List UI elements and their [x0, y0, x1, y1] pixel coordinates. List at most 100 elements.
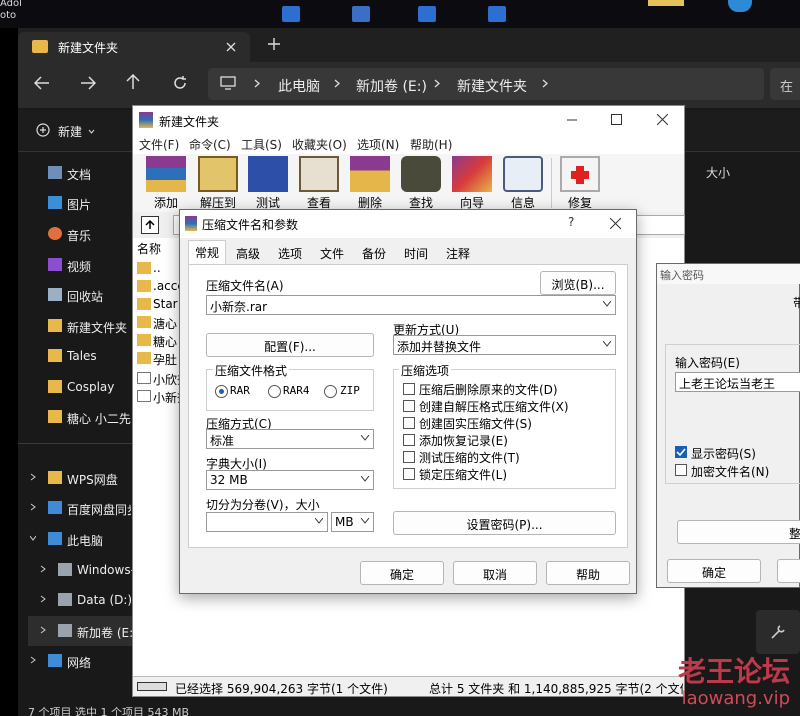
chevron-down-icon[interactable] — [30, 534, 36, 542]
new-button[interactable]: 新建 — [32, 120, 102, 142]
tree-item-this-pc[interactable]: 此电脑 — [18, 524, 148, 554]
set-password-button[interactable]: 设置密码(P)... — [393, 511, 616, 535]
explorer-tab[interactable]: 新建文件夹 — [18, 32, 250, 62]
tool-add-button[interactable]: 添加 — [141, 156, 191, 212]
new-tab-icon[interactable] — [268, 38, 280, 50]
solid-checkbox[interactable] — [403, 417, 415, 429]
address-bar[interactable]: 此电脑 新加卷 (E:) 新建文件夹 — [208, 68, 764, 100]
tool-repair-button[interactable]: 修复 — [555, 156, 605, 212]
menu-commands[interactable]: 命令(C) — [189, 136, 231, 153]
close-icon[interactable] — [226, 42, 236, 52]
tab-advanced[interactable]: 高级 — [228, 242, 268, 264]
chevron-right-icon[interactable] — [40, 595, 46, 603]
maximize-icon[interactable] — [611, 114, 622, 125]
password-cancel-button[interactable] — [777, 559, 800, 583]
watermark: 老王论坛 laowang.vip — [630, 650, 790, 716]
tab-comment[interactable]: 注释 — [438, 242, 478, 264]
encrypt-names-checkbox[interactable] — [675, 464, 687, 476]
split-volumes-label: 切分为分卷(V)，大小 — [206, 498, 320, 512]
taskbar-app-icon[interactable] — [648, 0, 684, 6]
close-icon[interactable] — [610, 218, 621, 229]
tab-files[interactable]: 文件 — [312, 242, 352, 264]
minimize-icon[interactable] — [567, 119, 577, 121]
sidebar-item-recycle-bin[interactable]: 回收站 — [18, 280, 148, 310]
cancel-button[interactable]: 取消 — [453, 561, 537, 585]
tab-time[interactable]: 时间 — [396, 242, 436, 264]
split-unit-combo[interactable]: MB — [331, 512, 374, 532]
tab-general[interactable]: 常规 — [188, 240, 226, 264]
sidebar-item-documents[interactable]: 文档 — [18, 158, 148, 188]
chevron-right-icon[interactable] — [30, 473, 36, 481]
taskbar-app-icon[interactable] — [488, 6, 506, 22]
up-arrow-icon[interactable] — [126, 74, 140, 90]
organize-profiles-button[interactable]: 整 — [677, 520, 800, 544]
search-box[interactable]: 在 — [770, 68, 800, 100]
chevron-right-icon[interactable] — [30, 503, 36, 511]
tree-item-wps[interactable]: WPS网盘 — [18, 463, 148, 493]
breadcrumb-item[interactable]: 新建文件夹 — [457, 76, 527, 96]
forward-arrow-icon[interactable] — [80, 76, 96, 90]
menu-options[interactable]: 选项(N) — [357, 136, 399, 153]
browse-button[interactable]: 浏览(B)... — [540, 271, 616, 295]
dictionary-combo[interactable]: 32 MB — [206, 470, 374, 490]
menu-file[interactable]: 文件(F) — [139, 136, 179, 153]
help-button[interactable]: 帮助 — [546, 561, 630, 585]
breadcrumb-item[interactable]: 此电脑 — [278, 76, 320, 96]
show-password-checkbox[interactable] — [675, 446, 687, 458]
close-icon[interactable] — [657, 114, 668, 125]
tool-find-button[interactable]: 查找 — [396, 156, 446, 212]
lock-archive-checkbox[interactable] — [403, 468, 415, 480]
column-header-name[interactable]: 名称 — [137, 240, 161, 257]
back-arrow-icon[interactable] — [34, 76, 50, 90]
up-folder-button[interactable] — [141, 216, 159, 234]
password-input[interactable]: 上老王论坛当老王 — [675, 372, 800, 392]
menu-favorites[interactable]: 收藏夹(O) — [292, 136, 347, 153]
breadcrumb-item[interactable]: 新加卷 (E:) — [356, 76, 427, 96]
tool-test-button[interactable]: 测试 — [243, 156, 293, 212]
tab-backup[interactable]: 备份 — [354, 242, 394, 264]
taskbar-app-icon[interactable] — [728, 0, 752, 12]
sidebar-item-cosplay[interactable]: Cosplay — [18, 372, 148, 402]
wrench-icon[interactable] — [770, 624, 786, 640]
tool-extract-button[interactable]: 解压到 — [193, 156, 243, 212]
menu-tools[interactable]: 工具(S) — [241, 136, 282, 153]
sidebar-item-tales[interactable]: Tales — [18, 341, 148, 371]
help-icon[interactable]: ? — [568, 215, 574, 229]
archive-name-combo[interactable]: 小新奈.rar — [206, 295, 616, 315]
chevron-right-icon[interactable] — [30, 656, 36, 664]
method-combo[interactable]: 标准 — [206, 429, 374, 449]
tool-wizard-button[interactable]: 向导 — [447, 156, 497, 212]
tree-item-baidu[interactable]: 百度网盘同步 — [18, 493, 148, 523]
test-files-checkbox[interactable] — [403, 451, 415, 463]
sidebar-item-pictures[interactable]: 图片 — [18, 188, 148, 218]
tab-options[interactable]: 选项 — [270, 242, 310, 264]
chevron-right-icon[interactable] — [40, 565, 46, 573]
sidebar-item-videos[interactable]: 视频 — [18, 250, 148, 280]
chevron-right-icon[interactable] — [40, 626, 46, 634]
format-zip-label: ZIP — [340, 384, 360, 397]
format-zip-radio[interactable] — [324, 385, 337, 398]
tool-view-button[interactable]: 查看 — [294, 156, 344, 212]
taskbar-app-icon[interactable] — [418, 6, 436, 22]
tree-item-network[interactable]: 网络 — [18, 646, 148, 676]
refresh-icon[interactable] — [172, 75, 188, 91]
sidebar-item-folder[interactable]: 糖心 小二先生 — [18, 402, 148, 432]
sfx-checkbox[interactable] — [403, 400, 415, 412]
size-column-header[interactable]: 大小 — [706, 164, 730, 181]
update-mode-combo[interactable]: 添加并替换文件 — [393, 335, 616, 355]
taskbar-app-icon[interactable] — [282, 6, 300, 22]
split-size-combo[interactable] — [206, 512, 328, 532]
format-rar-radio[interactable] — [215, 385, 228, 398]
sidebar-item-new-folder[interactable]: 新建文件夹 — [18, 311, 148, 341]
tool-delete-button[interactable]: 删除 — [345, 156, 395, 212]
delete-after-checkbox[interactable] — [403, 383, 415, 395]
password-ok-button[interactable]: 确定 — [667, 559, 761, 583]
profiles-button[interactable]: 配置(F)... — [206, 333, 374, 357]
ok-button[interactable]: 确定 — [360, 561, 444, 585]
recovery-record-checkbox[interactable] — [403, 434, 415, 446]
menu-help[interactable]: 帮助(H) — [410, 136, 452, 153]
taskbar-app-icon[interactable] — [352, 6, 370, 22]
sidebar-item-music[interactable]: 音乐 — [18, 219, 148, 249]
tool-info-button[interactable]: 信息 — [498, 156, 548, 212]
format-rar4-radio[interactable] — [268, 385, 281, 398]
